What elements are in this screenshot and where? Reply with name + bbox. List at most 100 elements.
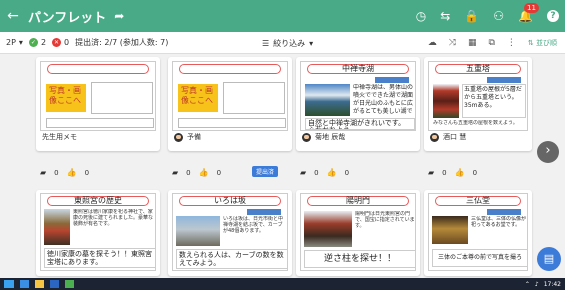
grid-icon[interactable]: ▦ [468, 38, 477, 48]
screen-icon[interactable]: ⧉ [488, 38, 494, 48]
card-title: 五重塔 [435, 64, 521, 74]
chat-button[interactable]: ▤ [537, 247, 561, 271]
card-caption: 数えられる人は、カーブの数を数えてみよう。 [176, 249, 288, 269]
like-count: 0 [472, 168, 478, 177]
os-taskbar: ⌃ ♪ 17:42 [0, 278, 565, 290]
like-count: 0 [84, 168, 90, 177]
chevron-down-icon: ▾ [18, 38, 23, 47]
app-bar: ← パンフレット ➦ ◷ ⇆ 🔒 ⚇ 🔔 11 ? [0, 0, 565, 32]
check-icon: ✓ [28, 38, 38, 47]
buddha-photo [432, 216, 468, 244]
card-counts: ▰ 0 👍 0 [300, 168, 349, 177]
card-thumbnail[interactable]: 五重塔 五重塔の屋根が5層だから五重塔という。35mある。 みなさんも五重塔の屋… [428, 61, 528, 131]
comment-icon[interactable]: ▰ [300, 168, 306, 177]
notification-icon[interactable]: 🔔 11 [518, 3, 539, 23]
owner-name: 酒口 慧 [443, 133, 467, 141]
card-title: 陽明門 [307, 196, 409, 206]
card-title: いろは坂 [179, 196, 281, 206]
card-toshogu-history[interactable]: 東照宮の歴史 東照宮は徳川家康を祀る神社で、家康の死後に建てられました。豪華な装… [36, 190, 160, 276]
card-chuzenji[interactable]: 中禅寺湖 中禅寺湖は、男体山の噴火でできた湖で湖面が日光山のふもとに広がるとても… [296, 57, 420, 151]
card-description: 三仏堂は、三体の仏像が祀ってあるお堂です。 [471, 216, 527, 228]
shuffle-icon[interactable]: ⤨ [449, 38, 456, 48]
image-placeholder: 写真・画像ここへ [46, 84, 86, 112]
card-caption: 逆さ柱を探せ！！ [304, 250, 416, 268]
card-thumbnail[interactable]: 写真・画像ここへ [40, 61, 156, 131]
card-description: 五重塔の屋根が5層だから五重塔という。35mある。 [462, 84, 526, 118]
card-counts: ▰ 0 👍 0 [428, 168, 477, 177]
avatar [302, 132, 311, 142]
clock[interactable]: 17:42 [544, 281, 561, 288]
card-owner: 菊地 辰哉 [302, 132, 420, 142]
comment-count: 0 [54, 168, 59, 177]
card-irohazaka[interactable]: いろは坂 いろは坂は、日光市街と中禅寺湖を結ぶ坂で、カーブが48個あります。 数… [168, 190, 292, 276]
like-icon[interactable]: 👍 [67, 168, 77, 177]
like-icon[interactable]: 👍 [455, 168, 465, 177]
back-icon[interactable]: ← [0, 8, 26, 24]
card-title [47, 64, 149, 74]
card-description: 中禅寺湖は、男体山の噴火でできた湖で湖面が日光山のふもとに広がるとても美しい湖で… [353, 84, 414, 115]
share-icon[interactable]: ➦ [114, 9, 124, 23]
card-title: 三仏堂 [435, 196, 521, 206]
comment-count: 0 [442, 168, 447, 177]
card-caption: 自然と中禅寺湖がきれいです。心惹かれよう。 [305, 118, 415, 130]
next-page-button[interactable]: › [537, 141, 559, 163]
word-icon[interactable] [50, 280, 59, 288]
card-teacher-memo[interactable]: 写真・画像ここへ 先生用メモ [36, 57, 160, 151]
comment-icon[interactable]: ▰ [428, 168, 434, 177]
folder-icon[interactable] [35, 280, 44, 288]
card-caption: みなさんも五重塔の屋根を数えよう。 [433, 120, 518, 126]
like-icon[interactable]: 👍 [327, 168, 337, 177]
network-icon[interactable]: ⌃ [525, 281, 530, 288]
comment-icon[interactable]: ▰ [40, 168, 46, 177]
chevron-right-icon: › [545, 143, 551, 158]
card-thumbnail[interactable]: 陽明門 陽明門は日光東照宮の門で、国宝に指定されています。 逆さ柱を探せ！！ [300, 193, 416, 271]
like-count: 0 [216, 168, 222, 177]
volume-icon[interactable]: ♪ [535, 281, 539, 288]
card-thumbnail[interactable]: 中禅寺湖 中禅寺湖は、男体山の噴火でできた湖で湖面が日光山のふもとに広がるとても… [300, 61, 416, 131]
help-icon[interactable]: ? [547, 10, 559, 22]
filter-button[interactable]: ☰ 絞り込み ▾ [262, 32, 313, 54]
sort-button[interactable]: ⇅ 並び順 [528, 38, 557, 48]
card-pagoda[interactable]: 五重塔 五重塔の屋根が5層だから五重塔という。35mある。 みなさんも五重塔の屋… [424, 57, 532, 151]
lock-icon[interactable]: 🔒 [464, 9, 479, 23]
filter-icon: ☰ [262, 38, 270, 48]
card-description: いろは坂は、日光市街と中禅寺湖を結ぶ坂で、カーブが48個あります。 [223, 216, 284, 234]
red-count: 0 [64, 38, 70, 47]
timer-icon[interactable]: ◷ [416, 9, 426, 23]
card-thumbnail[interactable]: 三仏堂 三仏堂は、三体の仏像が祀ってあるお堂です。 三体のご本尊の前で写真を撮ろ… [428, 193, 528, 271]
card-yomeimon[interactable]: 陽明門 陽明門は日光東照宮の門で、国宝に指定されています。 逆さ柱を探せ！！ [296, 190, 420, 276]
card-thumbnail[interactable]: 東照宮の歴史 東照宮は徳川家康を祀る神社で、家康の死後に建てられました。豪華な装… [40, 193, 156, 271]
card-thumbnail[interactable]: 写真・画像ここへ [172, 61, 288, 131]
card-thumbnail[interactable]: いろは坂 いろは坂は、日光市街と中禅寺湖を結ぶ坂で、カーブが48個あります。 数… [172, 193, 288, 271]
owner-name: 先生用メモ [42, 133, 77, 141]
author-tag [487, 77, 521, 83]
avatar [430, 132, 439, 142]
cloud-icon[interactable]: ☁ [428, 38, 437, 48]
card-title: 東照宮の歴史 [47, 196, 149, 206]
comment-icon[interactable]: ▰ [172, 168, 178, 177]
page-title: パンフレット [28, 10, 107, 26]
page-selector[interactable]: 2P ▾ [6, 38, 23, 47]
text-box [91, 82, 153, 114]
image-placeholder: 写真・画像ここへ [178, 84, 218, 112]
like-icon[interactable]: 👍 [199, 168, 209, 177]
card-counts: ▰ 0 👍 0 [172, 168, 221, 177]
card-sanbutsudo[interactable]: 三仏堂 三仏堂は、三体の仏像が祀ってあるお堂です。 三体のご本尊の前で写真を撮ろ… [424, 190, 532, 276]
more-icon[interactable]: ⋮ [507, 38, 516, 48]
owner-name: 菊地 辰哉 [315, 133, 346, 141]
card-spare[interactable]: 写真・画像ここへ 予備 [168, 57, 292, 151]
like-count: 0 [344, 168, 350, 177]
edge-icon[interactable] [20, 280, 29, 288]
windows-start-icon[interactable] [4, 280, 14, 288]
card-description: 東照宮は徳川家康を祀る神社で、家康の死後に建てられました。豪華な装飾が有名です。 [73, 209, 154, 227]
comment-count: 0 [186, 168, 191, 177]
chat-icon: ▤ [543, 252, 555, 265]
app-icon[interactable] [65, 280, 74, 288]
people-icon[interactable]: ⚇ [493, 9, 504, 23]
card-title [179, 64, 281, 74]
gate-photo [304, 211, 352, 247]
cross-icon: ✕ [52, 38, 62, 47]
card-description: 陽明門は日光東照宮の門で、国宝に指定されています。 [355, 211, 415, 229]
sync-icon[interactable]: ⇆ [440, 9, 450, 23]
author-tag [375, 77, 409, 83]
